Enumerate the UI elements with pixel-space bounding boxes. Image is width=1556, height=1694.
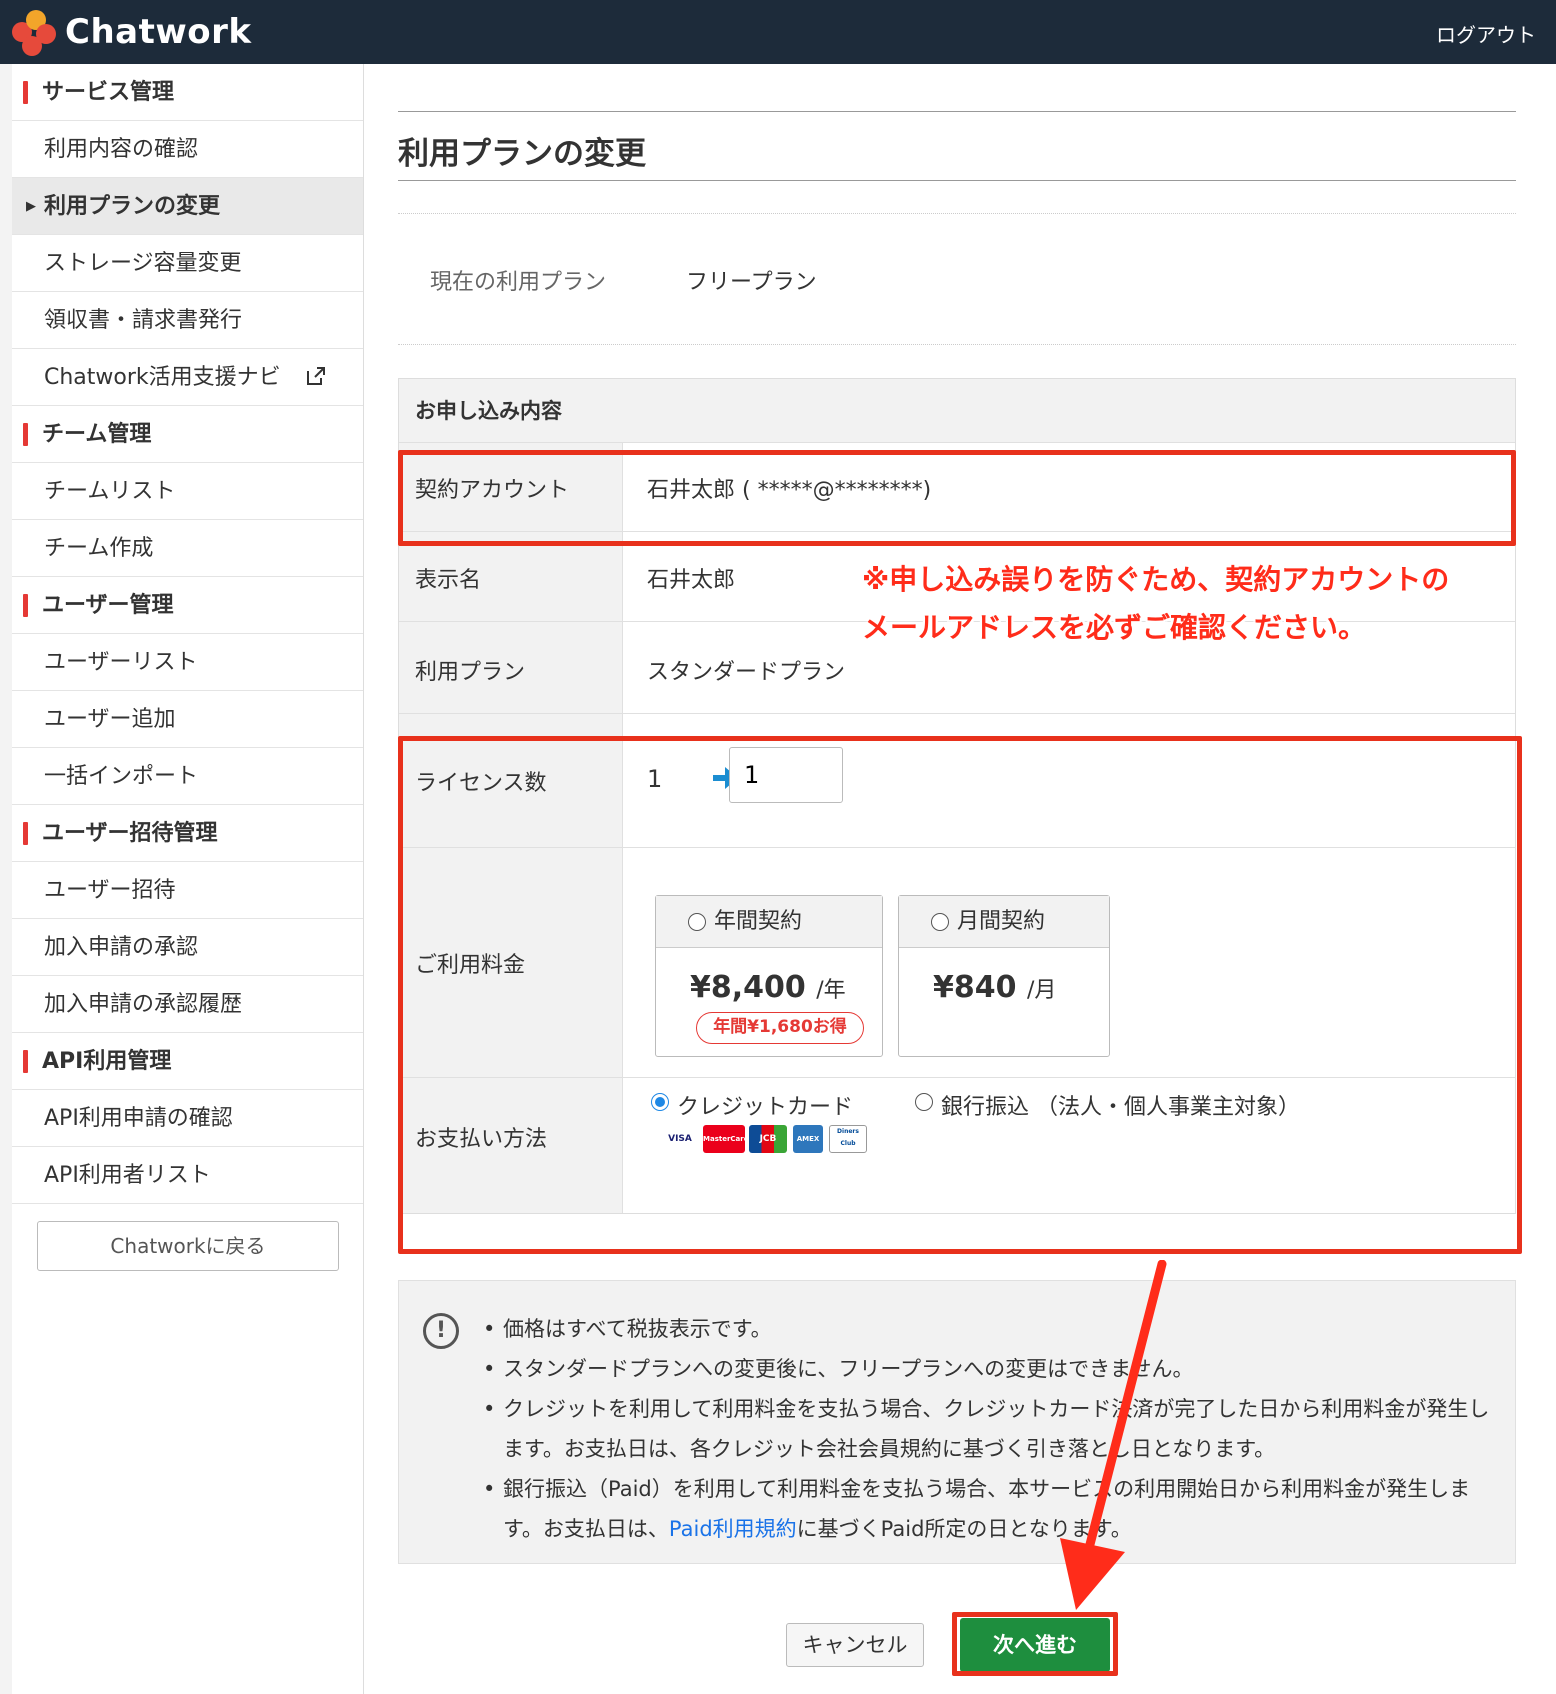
back-to-chatwork-button[interactable]: Chatworkに戻る [37, 1221, 339, 1271]
sidebar-item-join-approval[interactable]: 加入申請の承認 [12, 919, 363, 976]
external-link-icon [307, 367, 325, 385]
sidebar-item-support-navi[interactable]: Chatwork活用支援ナビ [12, 349, 363, 406]
current-plan-label: 現在の利用プラン [430, 270, 607, 295]
divider [398, 213, 1516, 214]
top-bar: Chatwork ログアウト [0, 0, 1556, 64]
annotation-box-account [398, 450, 1516, 546]
display-name-label: 表示名 [415, 568, 482, 593]
annotation-box-options [398, 736, 1522, 1254]
caret-right-icon: ▶ [26, 199, 36, 214]
sidebar-item-usage[interactable]: 利用内容の確認 [12, 121, 363, 178]
sidebar-heading-team: チーム管理 [12, 406, 363, 463]
current-plan-value: フリープラン [686, 270, 817, 295]
sidebar-item-user-invite[interactable]: ユーザー招待 [12, 862, 363, 919]
display-name-value: 石井太郎 [647, 568, 736, 593]
sidebar-item-team-list[interactable]: チームリスト [12, 463, 363, 520]
sidebar-item-team-create[interactable]: チーム作成 [12, 520, 363, 577]
sidebar-item-invoice[interactable]: 領収書・請求書発行 [12, 292, 363, 349]
sidebar-item-api-requests[interactable]: API利用申請の確認 [12, 1090, 363, 1147]
application-heading: お申し込み内容 [399, 379, 1515, 443]
sidebar-heading-api: API利用管理 [12, 1033, 363, 1090]
note-text: に基づくPaid所定の日となります。 [796, 1517, 1132, 1541]
chatwork-logo-icon [10, 8, 58, 56]
plan-label: 利用プラン [415, 660, 526, 685]
sidebar-item-user-list[interactable]: ユーザーリスト [12, 634, 363, 691]
sidebar-item-storage[interactable]: ストレージ容量変更 [12, 235, 363, 292]
brand-name: Chatwork [65, 12, 252, 52]
sidebar-item-user-add[interactable]: ユーザー追加 [12, 691, 363, 748]
divider [398, 344, 1516, 345]
note-item: クレジットを利用して利用料金を支払う場合、クレジットカード決済が完了した日から利… [475, 1389, 1495, 1469]
note-item: スタンダードプランへの変更後に、フリープランへの変更はできません。 [475, 1349, 1495, 1389]
notice-box: ! 価格はすべて税抜表示です。 スタンダードプランへの変更後に、フリープランへの… [398, 1280, 1516, 1564]
row-divider [399, 713, 1515, 714]
sidebar: サービス管理 利用内容の確認 ▶ 利用プランの変更 ストレージ容量変更 領収書・請… [12, 64, 364, 1694]
paid-terms-link[interactable]: Paid利用規約 [669, 1517, 797, 1541]
notes-list: 価格はすべて税抜表示です。 スタンダードプランへの変更後に、フリープランへの変更… [475, 1309, 1495, 1549]
sidebar-item-api-users[interactable]: API利用者リスト [12, 1147, 363, 1204]
divider [398, 180, 1516, 181]
annotation-box-next [952, 1612, 1118, 1676]
sidebar-item-bulk-import[interactable]: 一括インポート [12, 748, 363, 805]
exclamation-icon: ! [423, 1313, 459, 1349]
sidebar-heading-service: サービス管理 [12, 64, 363, 121]
sidebar-item-label: Chatwork活用支援ナビ [44, 365, 281, 390]
divider [398, 111, 1516, 112]
sidebar-heading-user: ユーザー管理 [12, 577, 363, 634]
sidebar-item-join-history[interactable]: 加入申請の承認履歴 [12, 976, 363, 1033]
page-title: 利用プランの変更 [398, 136, 646, 172]
sidebar-item-plan-change[interactable]: ▶ 利用プランの変更 [12, 178, 363, 235]
note-item: 価格はすべて税抜表示です。 [475, 1309, 1495, 1349]
annotation-line-1: ※申し込み誤りを防ぐため、契約アカウントの [862, 563, 1450, 596]
logout-link[interactable]: ログアウト [1436, 19, 1536, 48]
plan-value: スタンダードプラン [647, 660, 846, 685]
sidebar-item-label: 利用プランの変更 [44, 194, 221, 219]
sidebar-heading-invite: ユーザー招待管理 [12, 805, 363, 862]
cancel-button[interactable]: キャンセル [786, 1623, 924, 1667]
annotation-line-2: メールアドレスを必ずご確認ください。 [862, 611, 1367, 644]
note-item: 銀行振込（Paid）を利用して利用料金を支払う場合、本サービスの利用開始日から利… [475, 1469, 1495, 1549]
